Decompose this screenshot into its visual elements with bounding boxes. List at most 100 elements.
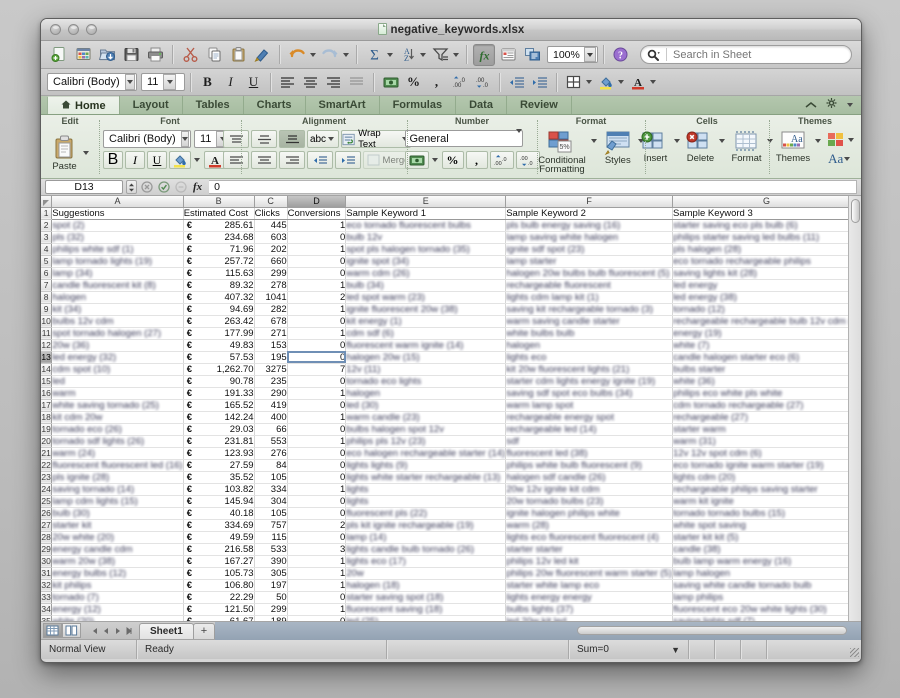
paste-dropdown-icon[interactable] — [83, 151, 89, 155]
cell-C30[interactable]: 390 — [254, 555, 287, 567]
table-row[interactable]: 22fluorescent fluorescent led (16)€27.59… — [41, 459, 861, 471]
cell-E22[interactable]: lights lights (9) — [346, 459, 506, 471]
cell-A4[interactable]: philips white sdf (1) — [52, 243, 183, 255]
cell-D3[interactable]: 0 — [287, 231, 346, 243]
cell-G22[interactable]: eco tornado ignite warm starter (19) — [673, 459, 861, 471]
cell-D27[interactable]: 2 — [287, 519, 346, 531]
align-bottom-icon[interactable] — [279, 130, 305, 148]
cell-B33[interactable]: €22.29 — [183, 591, 254, 603]
row-header-31[interactable]: 31 — [41, 567, 52, 579]
insert-cells-dropdown-icon[interactable] — [674, 139, 680, 143]
table-row[interactable]: 20tornado sdf lights (26)€231.815531phil… — [41, 435, 861, 447]
cell-G21[interactable]: 12v 12v spot cdm (6) — [673, 447, 861, 459]
row-header-27[interactable]: 27 — [41, 519, 52, 531]
cell-G9[interactable]: tornado (12) — [673, 303, 861, 315]
spreadsheet-grid[interactable]: ABCDEFG 1SuggestionsEstimated CostClicks… — [41, 196, 861, 622]
gallery-icon[interactable] — [72, 44, 94, 66]
cell-E28[interactable]: lamp (14) — [346, 531, 506, 543]
cell-C18[interactable]: 400 — [254, 411, 287, 423]
fill-color-dropdown-icon[interactable] — [618, 80, 624, 84]
cell-D21[interactable]: 0 — [287, 447, 346, 459]
header-cell-G[interactable]: Sample Keyword 3 — [673, 207, 861, 219]
cell-D18[interactable]: 1 — [287, 411, 346, 423]
cell-A8[interactable]: halogen — [52, 291, 183, 303]
column-header-g[interactable]: G — [673, 196, 861, 207]
cell-C29[interactable]: 533 — [254, 543, 287, 555]
cell-B23[interactable]: €35.52 — [183, 471, 254, 483]
cell-F9[interactable]: saving kit rechargeable tornado (3) — [506, 303, 673, 315]
table-row[interactable]: 7candle fluorescent kit (8)€89.322781bul… — [41, 279, 861, 291]
cell-B25[interactable]: €145.94 — [183, 495, 254, 507]
cell-C3[interactable]: 603 — [254, 231, 287, 243]
cell-G6[interactable]: saving lights kit (28) — [673, 267, 861, 279]
cell-E8[interactable]: led spot warm (23) — [346, 291, 506, 303]
tab-data[interactable]: Data — [455, 96, 507, 114]
zoom-dropdown-icon[interactable] — [584, 47, 596, 62]
font-color-icon[interactable]: A — [627, 72, 648, 92]
tab-formulas[interactable]: Formulas — [379, 96, 457, 114]
cell-A15[interactable]: led — [52, 375, 183, 387]
row-header-7[interactable]: 7 — [41, 279, 52, 291]
cell-C6[interactable]: 299 — [254, 267, 287, 279]
table-row[interactable]: 8halogen€407.3210412led spot warm (23)li… — [41, 291, 861, 303]
table-row[interactable]: 2820w white (20)€49.591150lamp (14)light… — [41, 531, 861, 543]
redo-dropdown-icon[interactable] — [343, 53, 349, 57]
zoom-button[interactable] — [86, 24, 97, 35]
row-header-2[interactable]: 2 — [41, 219, 52, 231]
cell-G13[interactable]: candle halogen starter eco (6) — [673, 351, 861, 363]
cell-E31[interactable]: 20w — [346, 567, 506, 579]
increase-indent-icon[interactable] — [529, 72, 550, 92]
cell-B7[interactable]: €89.32 — [183, 279, 254, 291]
cell-D25[interactable]: 0 — [287, 495, 346, 507]
cell-D23[interactable]: 0 — [287, 471, 346, 483]
select-all-corner[interactable] — [41, 196, 52, 207]
cell-E9[interactable]: ignite fluorescent 20w (38) — [346, 303, 506, 315]
cell-E15[interactable]: tornado eco lights — [346, 375, 506, 387]
cell-E13[interactable]: halogen 20w (15) — [346, 351, 506, 363]
table-row[interactable]: 6lamp (34)€115.632990warm cdm (26)haloge… — [41, 267, 861, 279]
align-top-icon[interactable] — [223, 130, 249, 148]
ribbon-percent-button[interactable]: % — [442, 151, 464, 169]
cell-G30[interactable]: bulb lamp warm energy (16) — [673, 555, 861, 567]
cell-A24[interactable]: saving tornado (14) — [52, 483, 183, 495]
align-middle-icon[interactable] — [251, 130, 277, 148]
row-header-10[interactable]: 10 — [41, 315, 52, 327]
cell-F15[interactable]: starter cdm lights energy ignite (19) — [506, 375, 673, 387]
cell-G28[interactable]: starter kit kit (5) — [673, 531, 861, 543]
borders-icon[interactable] — [563, 72, 584, 92]
ribbon-increase-indent-icon[interactable] — [335, 151, 361, 169]
cell-F18[interactable]: rechargeable energy spot — [506, 411, 673, 423]
table-row[interactable]: 15led€90.782350tornado eco lightsstarter… — [41, 375, 861, 387]
bold-button[interactable]: B — [197, 72, 218, 92]
delete-cells-dropdown-icon[interactable] — [719, 139, 725, 143]
cell-D19[interactable]: 0 — [287, 423, 346, 435]
table-row[interactable]: 1SuggestionsEstimated CostClicksConversi… — [41, 207, 861, 219]
ribbon-fill-color-icon[interactable] — [169, 151, 191, 169]
cell-B12[interactable]: €49.83 — [183, 339, 254, 351]
cell-A23[interactable]: pls ignite (28) — [52, 471, 183, 483]
cell-D9[interactable]: 1 — [287, 303, 346, 315]
row-header-17[interactable]: 17 — [41, 399, 52, 411]
cell-A2[interactable]: spot (2) — [52, 219, 183, 231]
table-row[interactable]: 2spot (2)€285.614451eco tornado fluoresc… — [41, 219, 861, 231]
cell-B14[interactable]: €1,262.70 — [183, 363, 254, 375]
cell-A35[interactable]: white (20) — [52, 615, 183, 622]
font-size-select[interactable]: 11 — [141, 73, 185, 91]
align-right-icon[interactable] — [323, 72, 344, 92]
cell-C9[interactable]: 282 — [254, 303, 287, 315]
cell-B15[interactable]: €90.78 — [183, 375, 254, 387]
print-icon[interactable] — [144, 44, 166, 66]
cell-C7[interactable]: 278 — [254, 279, 287, 291]
cell-D30[interactable]: 1 — [287, 555, 346, 567]
cell-B8[interactable]: €407.32 — [183, 291, 254, 303]
cut-icon[interactable] — [179, 44, 201, 66]
cell-F27[interactable]: warm (28) — [506, 519, 673, 531]
cell-G19[interactable]: starter warm — [673, 423, 861, 435]
row-header-12[interactable]: 12 — [41, 339, 52, 351]
cell-E10[interactable]: kit energy (1) — [346, 315, 506, 327]
table-row[interactable]: 34energy (12)€121.502991fluorescent savi… — [41, 603, 861, 615]
table-row[interactable]: 9kit (34)€94.692821ignite fluorescent 20… — [41, 303, 861, 315]
cell-C4[interactable]: 202 — [254, 243, 287, 255]
page-layout-view-button[interactable] — [62, 623, 81, 638]
cell-A28[interactable]: 20w white (20) — [52, 531, 183, 543]
